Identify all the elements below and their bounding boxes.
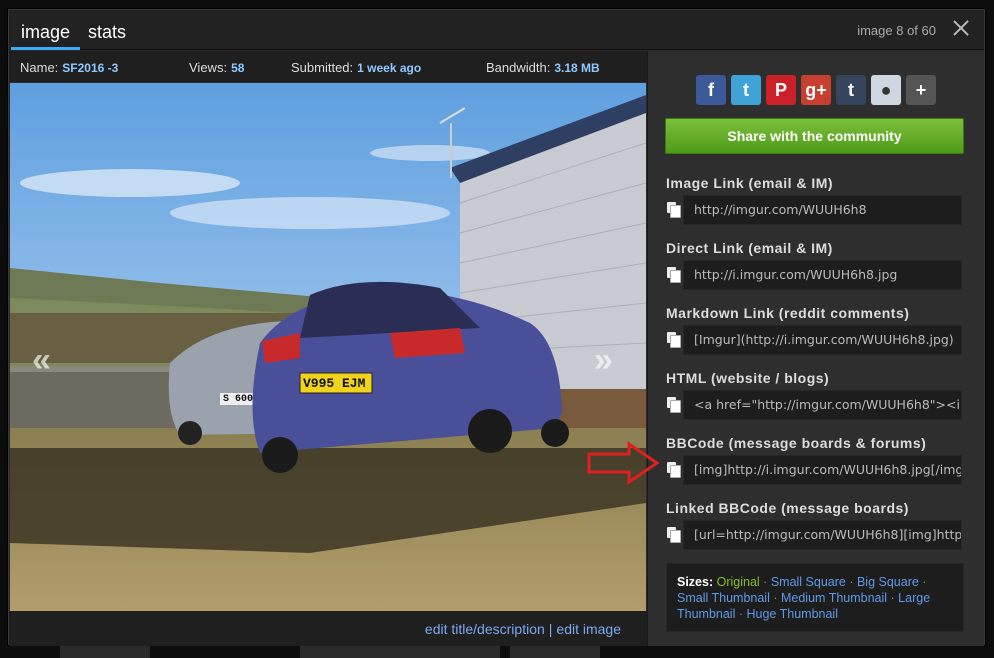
info-submitted: Submitted: 1 week ago [291,60,421,75]
info-name: Name: SF2016 -3 [20,60,118,75]
info-views: Views: 58 [189,60,244,75]
html-link-group: HTML (website / blogs) <a href="http://i… [666,370,966,420]
size-small-thumbnail[interactable]: Small Thumbnail [677,591,770,605]
tab-image[interactable]: image [11,10,81,50]
car-plate-text-2: S 600 [223,394,254,405]
linked-bbcode-label: Linked BBCode (message boards) [666,500,909,516]
image-link-field[interactable]: http://imgur.com/WUUH6h8 [683,195,962,225]
tab-stats[interactable]: stats [78,10,136,50]
close-icon[interactable] [950,17,972,39]
size-big-square[interactable]: Big Square [857,575,919,589]
bandwidth-value: 3.18 MB [554,61,600,75]
html-link-label: HTML (website / blogs) [666,370,830,386]
share-with-community-button[interactable]: Share with the community [665,118,964,154]
car-photo [10,83,646,611]
image-link-group: Image Link (email & IM) http://imgur.com… [666,175,966,225]
edit-links: edit title/description | edit image [425,621,621,637]
submitted-value: 1 week ago [357,61,422,75]
markdown-link-field[interactable]: [Imgur](http://i.imgur.com/WUUH6h8.jpg) [683,325,962,355]
car-plate-text: V995 EJM [303,376,366,391]
size-medium-thumbnail[interactable]: Medium Thumbnail [781,591,887,605]
thumbnail-strip-item [510,646,600,658]
sizes-box: Sizes: Original · Small Square · Big Squ… [666,563,964,632]
share-panel: f t Pg+ t ● + Share with the community Image … [647,51,984,646]
bbcode-link-field[interactable]: [img]http://i.imgur.com/WUUH6h8.jpg[/img… [683,455,962,485]
tumblr-icon[interactable]: t [836,75,866,105]
bandwidth-label: Bandwidth: [486,60,551,75]
googleplus-icon[interactable]: g+ [801,75,831,105]
reddit-icon[interactable]: ● [871,75,901,105]
info-bandwidth: Bandwidth: 3.18 MB [486,60,600,75]
markdown-link-group: Markdown Link (reddit comments) [Imgur](… [666,305,966,355]
markdown-link-label: Markdown Link (reddit comments) [666,305,910,321]
edit-title-description-link[interactable]: edit title/description [425,621,545,637]
thumbnail-strip-item [300,646,500,658]
copy-icon[interactable] [667,397,681,413]
facebook-icon[interactable]: f [696,75,726,105]
image-footer: edit title/description | edit image [9,611,647,646]
views-label: Views: [189,60,228,75]
bbcode-link-label: BBCode (message boards & forums) [666,435,927,451]
size-small-square[interactable]: Small Square [771,575,846,589]
copy-icon[interactable] [667,202,681,218]
linked-bbcode-field[interactable]: [url=http://imgur.com/WUUH6h8][img]http:… [683,520,962,550]
sizes-label: Sizes: [677,575,714,589]
image-modal: image stats image 8 of 60 Name: SF2016 -3… [8,9,985,646]
pinterest-icon[interactable]: P [766,75,796,105]
main-image[interactable]: V995 EJM S 600 « » [10,83,646,611]
thumbnail-strip-item [60,646,150,658]
linked-bbcode-group: Linked BBCode (message boards) [url=http… [666,500,966,550]
size-huge-thumbnail[interactable]: Huge Thumbnail [746,607,838,621]
next-image-icon[interactable]: » [594,341,613,380]
more-icon[interactable]: + [906,75,936,105]
edit-separator: | [548,621,553,637]
red-arrow-annotation-icon [587,441,660,485]
name-label: Name: [20,60,59,75]
image-counter: image 8 of 60 [857,23,936,38]
direct-link-field[interactable]: http://i.imgur.com/WUUH6h8.jpg [683,260,962,290]
direct-link-label: Direct Link (email & IM) [666,240,833,256]
size-original[interactable]: Original [717,575,760,589]
html-link-field[interactable]: <a href="http://imgur.com/WUUH6h8"><img … [683,390,962,420]
submitted-label: Submitted: [291,60,354,75]
copy-icon[interactable] [667,267,681,283]
copy-icon[interactable] [667,332,681,348]
image-link-label: Image Link (email & IM) [666,175,834,191]
bbcode-link-group: BBCode (message boards & forums) [img]ht… [666,435,966,485]
name-value: SF2016 -3 [62,61,119,75]
twitter-icon[interactable]: t [731,75,761,105]
previous-image-icon[interactable]: « [32,341,51,380]
direct-link-group: Direct Link (email & IM) http://i.imgur.… [666,240,966,290]
modal-header: image stats image 8 of 60 [9,10,984,50]
page-backdrop: image stats image 8 of 60 Name: SF2016 -3… [0,0,994,658]
copy-icon[interactable] [667,527,681,543]
edit-image-link[interactable]: edit image [556,621,621,637]
image-info-bar: Name: SF2016 -3 Views: 58 Submitted: 1 week… [9,51,647,82]
copy-icon[interactable] [667,462,681,478]
views-value: 58 [231,61,245,75]
